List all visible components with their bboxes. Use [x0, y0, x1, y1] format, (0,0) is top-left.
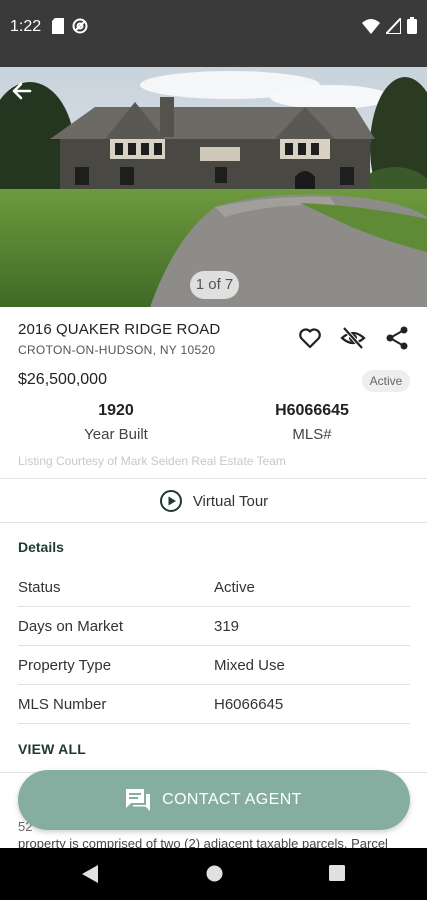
- status-bar: 1:22: [0, 0, 427, 67]
- view-all-link[interactable]: VIEW ALL: [18, 741, 86, 757]
- photo-gallery[interactable]: 1 of 7: [0, 67, 427, 307]
- nav-home-icon[interactable]: [206, 865, 223, 882]
- navigation-bar: [0, 848, 427, 900]
- divider: [0, 478, 427, 479]
- detail-label: Status: [18, 579, 61, 596]
- chat-icon: [126, 789, 151, 811]
- detail-value: Active: [214, 579, 255, 596]
- detail-value: Mixed Use: [214, 657, 285, 674]
- divider: [0, 522, 427, 523]
- detail-label: MLS Number: [18, 696, 107, 713]
- detail-value: 319: [214, 618, 240, 635]
- play-circle-icon: [159, 490, 182, 512]
- listing-city: CROTON-ON-HUDSON, NY 10520: [18, 343, 216, 357]
- nav-back-icon[interactable]: [82, 865, 98, 883]
- status-time: 1:22: [10, 18, 42, 35]
- signal-icon: [386, 17, 401, 34]
- nav-recents-icon[interactable]: [329, 865, 345, 881]
- status-badge: Active: [362, 370, 410, 392]
- back-arrow-icon[interactable]: [8, 77, 36, 105]
- contact-agent-label: CONTACT AGENT: [162, 791, 302, 808]
- at-sign-icon: [72, 18, 88, 34]
- virtual-tour-button[interactable]: Virtual Tour: [0, 480, 427, 522]
- mls-value: H6066645: [275, 402, 349, 419]
- detail-row: Property Type Mixed Use: [18, 646, 410, 685]
- mls-stat: H6066645 MLS#: [222, 402, 402, 443]
- detail-row: Days on Market 319: [18, 607, 410, 646]
- listing-price: $26,500,000: [18, 371, 107, 388]
- share-icon[interactable]: [384, 325, 410, 351]
- detail-row: MLS Number H6066645: [18, 685, 410, 724]
- sd-card-icon: [52, 18, 64, 34]
- detail-label: Property Type: [18, 657, 112, 674]
- virtual-tour-label: Virtual Tour: [192, 492, 269, 510]
- wifi-icon: [362, 18, 380, 34]
- hide-eye-icon[interactable]: [340, 325, 366, 351]
- details-heading: Details: [18, 539, 64, 555]
- battery-icon: [407, 17, 417, 34]
- listing-address: 2016 QUAKER RIDGE ROAD: [18, 321, 221, 338]
- detail-value: H6066645: [214, 696, 284, 713]
- heart-icon[interactable]: [297, 325, 323, 351]
- year-built-value: 1920: [98, 402, 134, 419]
- detail-label: Days on Market: [18, 618, 124, 635]
- detail-row: Status Active: [18, 568, 410, 607]
- listing-courtesy: Listing Courtesy of Mark Seiden Real Est…: [18, 454, 286, 468]
- mls-label: MLS#: [292, 426, 332, 443]
- year-built-stat: 1920 Year Built: [26, 402, 206, 443]
- photo-counter: 1 of 7: [190, 271, 239, 299]
- contact-agent-button[interactable]: CONTACT AGENT: [18, 770, 410, 830]
- year-built-label: Year Built: [84, 426, 148, 443]
